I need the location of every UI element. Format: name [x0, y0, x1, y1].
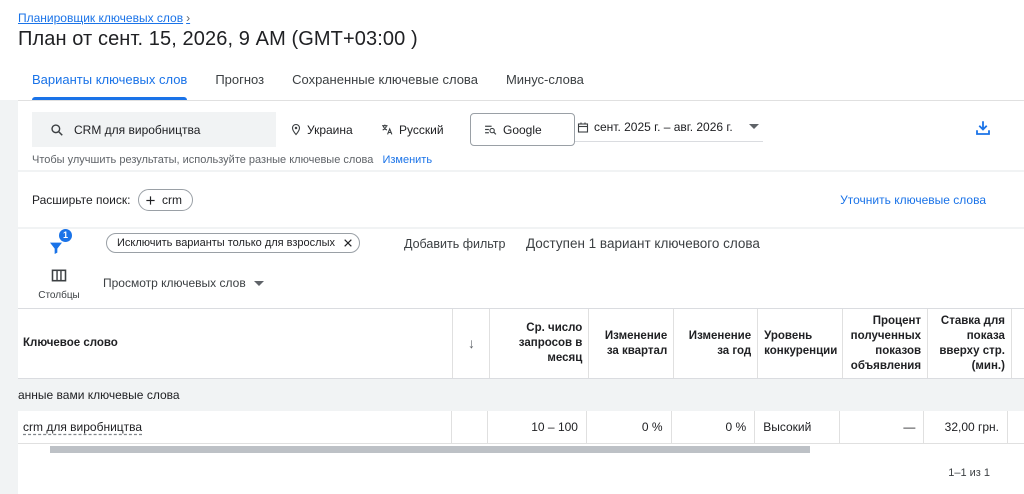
keyword-table: Ключевое слово ↓ Ср. число запросов в ме… [18, 308, 1024, 444]
avg-searches-cell: 10 – 100 [487, 411, 586, 443]
breadcrumb[interactable]: Планировщик ключевых слов › [18, 11, 190, 25]
top-bid-low-cell: 32,00 грн. [923, 411, 1007, 443]
date-range-selector[interactable]: сент. 2025 г. – авг. 2026 г. [575, 113, 763, 142]
search-input-value: CRM для виробництва [74, 122, 201, 137]
header-quarter-change[interactable]: Изменение за квартал [588, 309, 673, 378]
adult-filter-chip[interactable]: Исключить варианты только для взрослых [106, 233, 360, 253]
hint-text: Чтобы улучшить результаты, используйте р… [32, 154, 374, 166]
pagination-text: 1–1 из 1 [948, 467, 990, 479]
tab-negative-keywords[interactable]: Минус-слова [492, 62, 598, 100]
location-label: Украина [307, 122, 353, 137]
location-pin-icon [291, 123, 301, 136]
overflow-cell [1007, 411, 1024, 443]
view-dropdown-label: Просмотр ключевых слов [103, 276, 246, 290]
results-panel: 1 Исключить варианты только для взрослых… [18, 229, 1024, 494]
expand-chip-crm[interactable]: crm [138, 189, 193, 211]
caret-down-icon [253, 280, 264, 286]
location-selector[interactable]: Украина [290, 112, 353, 147]
chevron-right-icon: › [186, 11, 191, 25]
header-avg-searches[interactable]: Ср. число запросов в месяц [489, 309, 588, 378]
header-keyword[interactable]: Ключевое слово [18, 309, 452, 378]
breadcrumb-link[interactable]: Планировщик ключевых слов [18, 11, 183, 25]
columns-label: Столбцы [38, 290, 80, 301]
keyword-text[interactable]: crm для виробництва [23, 420, 142, 434]
date-range-label: сент. 2025 г. – авг. 2026 г. [594, 120, 733, 134]
caret-down-icon [749, 124, 759, 129]
quarter-change-cell: 0 % [585, 411, 671, 443]
language-label: Русский [399, 122, 444, 137]
page-header: Планировщик ключевых слов › План от сент… [0, 0, 1024, 100]
tab-saved-keywords[interactable]: Сохраненные ключевые слова [278, 62, 492, 100]
table-row[interactable]: crm для виробництва 10 – 100 0 % 0 % Выс… [18, 411, 1024, 444]
edit-link[interactable]: Изменить [382, 154, 432, 166]
page-title: План от сент. 15, 2026, 9 AM (GMT+03:00 … [18, 28, 418, 50]
available-count-text: Доступен 1 вариант ключевого слова [526, 236, 760, 251]
keyword-cell[interactable]: crm для виробництва [18, 411, 451, 443]
view-dropdown[interactable]: Просмотр ключевых слов [103, 276, 264, 290]
translate-icon [382, 124, 393, 135]
group-row: анные вами ключевые слова [18, 379, 1024, 411]
competition-cell: Высокий [754, 411, 839, 443]
refine-keywords-link[interactable]: Уточнить ключевые слова [840, 193, 986, 207]
calendar-icon [577, 122, 589, 133]
header-year-change[interactable]: Изменение за год [673, 309, 757, 378]
expand-search-panel: Расширьте поиск: crm Уточнить ключевые с… [18, 172, 1024, 227]
table-header: Ключевое слово ↓ Ср. число запросов в ме… [18, 308, 1024, 379]
sort-arrow-icon[interactable]: ↓ [452, 309, 489, 378]
search-panel: CRM для виробництва Украина Русский Goog… [18, 100, 1024, 170]
adult-filter-label: Исключить варианты только для взрослых [117, 237, 335, 249]
columns-icon [51, 269, 67, 282]
plus-icon [146, 195, 155, 205]
search-icon [51, 123, 63, 136]
filter-icon [50, 242, 62, 254]
tab-forecast[interactable]: Прогноз [201, 62, 278, 100]
empty-cell [450, 411, 488, 443]
header-impression-share[interactable]: Процент полученных показов объявления [842, 309, 927, 378]
close-icon[interactable] [343, 238, 353, 248]
network-selector[interactable]: Google [470, 113, 575, 146]
add-filter-button[interactable]: Добавить фильтр [404, 237, 506, 251]
year-change-cell: 0 % [670, 411, 755, 443]
expand-search-label: Расширьте поиск: [32, 193, 131, 207]
header-top-bid-low[interactable]: Ставка для показа вверху стр. (мин.) [927, 309, 1011, 378]
search-hint: Чтобы улучшить результаты, используйте р… [32, 154, 432, 166]
search-input[interactable]: CRM для виробництва [32, 112, 276, 147]
impression-share-cell: — [838, 411, 924, 443]
language-selector[interactable]: Русский [380, 112, 444, 147]
tab-bar: Варианты ключевых слов Прогноз Сохраненн… [18, 62, 598, 100]
columns-button[interactable]: Столбцы [34, 269, 84, 301]
header-overflow [1010, 309, 1024, 378]
download-icon[interactable] [974, 119, 992, 137]
horizontal-scrollbar[interactable] [50, 446, 810, 453]
network-label: Google [503, 122, 542, 137]
filter-count-badge: 1 [59, 229, 72, 242]
tab-keyword-ideas[interactable]: Варианты ключевых слов [18, 62, 201, 100]
header-competition[interactable]: Уровень конкуренции [757, 309, 842, 378]
expand-chip-label: crm [162, 193, 182, 207]
search-network-icon [485, 125, 497, 135]
